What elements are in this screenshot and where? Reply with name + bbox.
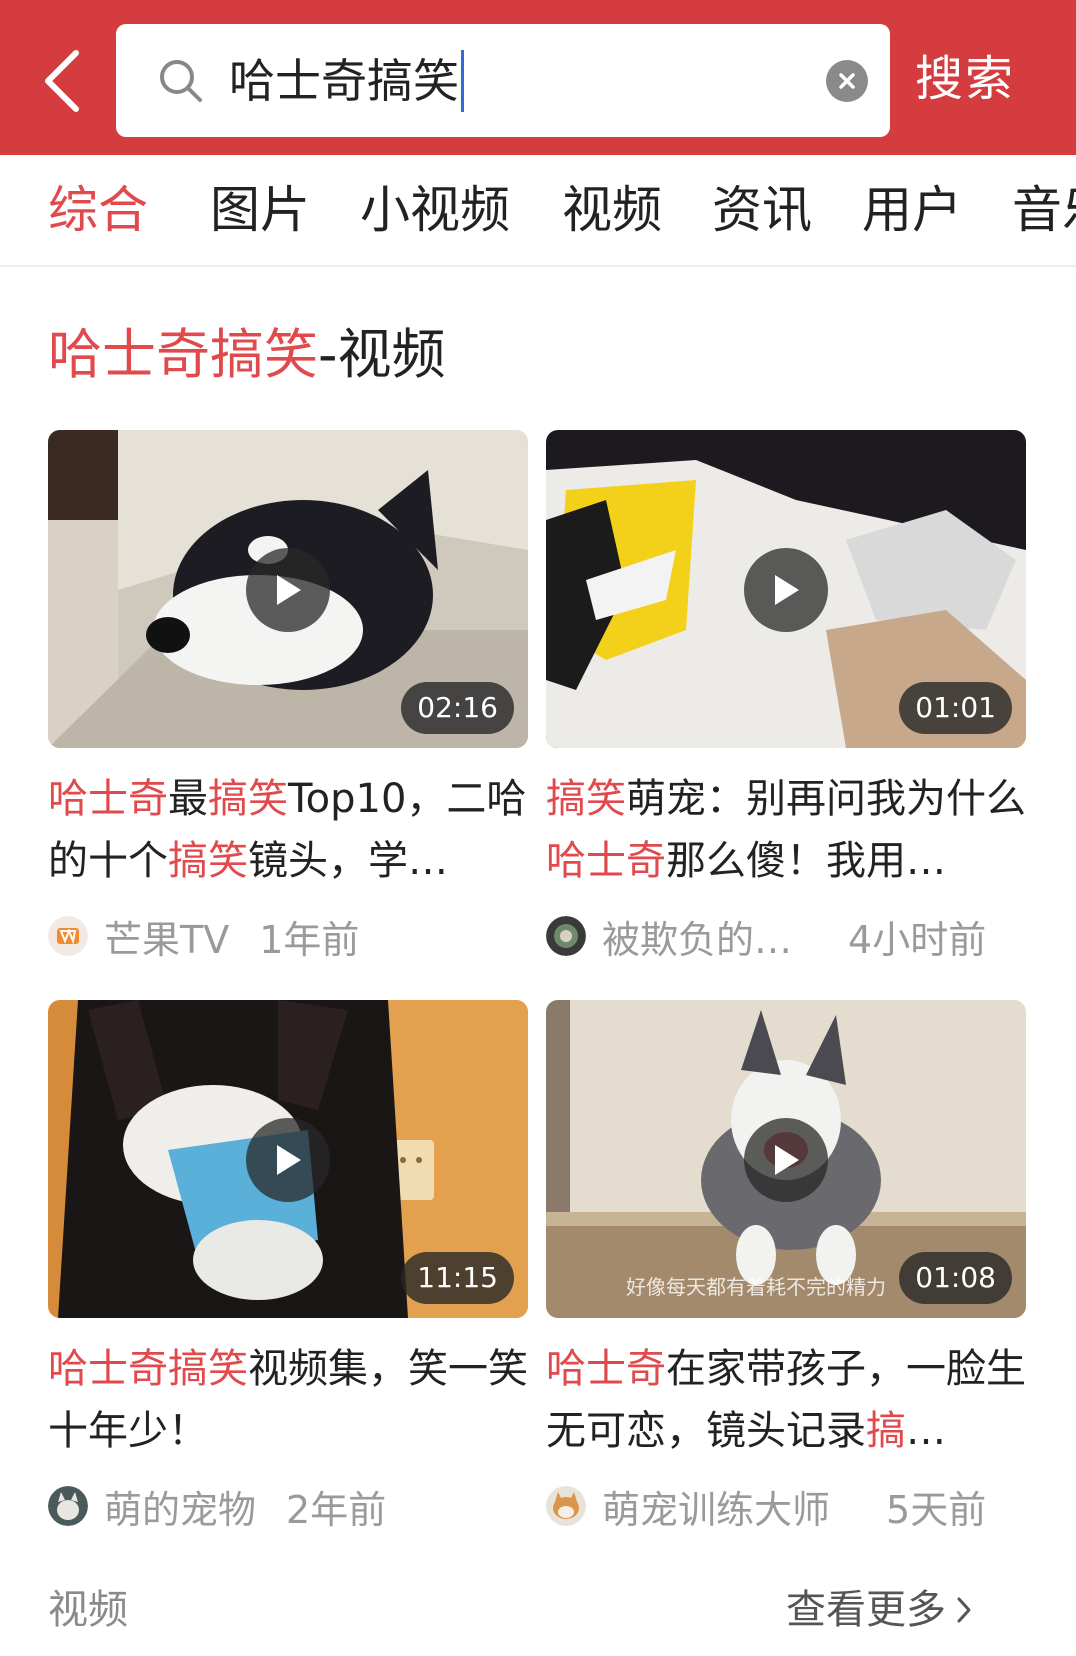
view-more-label: 查看更多 <box>786 1587 946 1633</box>
chevron-right-icon <box>957 1597 971 1623</box>
title-keyword: 哈士奇 <box>546 838 666 884</box>
avatar[interactable] <box>546 1486 586 1526</box>
cat-avatar-icon <box>48 1486 88 1526</box>
video-title[interactable]: 搞笑萌宠：别再问我为什么哈士奇那么傻！我用… <box>546 768 1026 892</box>
tab-images[interactable]: 图片 <box>210 175 310 245</box>
publish-time: 5天前 <box>886 1487 987 1532</box>
search-results-page: 哈士奇搞笑 搜索 综合 图片 小视频 视频 资讯 用户 音乐 哈士奇搞笑-视频 <box>0 0 1076 1656</box>
tab-comprehensive[interactable]: 综合 <box>48 175 148 245</box>
play-icon <box>775 575 799 605</box>
author-name[interactable]: 芒果TV <box>104 909 229 964</box>
section-title: 哈士奇搞笑-视频 <box>48 315 446 395</box>
title-keyword: 哈士奇 <box>546 1346 666 1392</box>
video-duration: 11:15 <box>401 1252 514 1304</box>
user-avatar-icon <box>546 916 586 956</box>
title-text: 萌宠：别再问我为什么 <box>626 776 1026 822</box>
video-thumbnail[interactable]: 01:01 <box>546 430 1026 748</box>
tab-videos[interactable]: 视频 <box>562 175 662 245</box>
title-keyword: 搞笑 <box>546 776 626 822</box>
video-title[interactable]: 哈士奇搞笑视频集，笑一笑十年少！ <box>48 1338 528 1462</box>
video-duration: 02:16 <box>401 682 514 734</box>
author-name[interactable]: 萌的宠物 <box>104 1479 256 1534</box>
back-button[interactable] <box>22 36 102 126</box>
search-button[interactable]: 搜索 <box>915 44 1015 114</box>
avatar[interactable] <box>48 1486 88 1526</box>
title-text: … <box>906 1408 946 1454</box>
play-icon <box>277 1145 301 1175</box>
video-title[interactable]: 哈士奇最搞笑Top10，二哈的十个搞笑镜头，学… <box>48 768 528 892</box>
tab-news[interactable]: 资讯 <box>712 175 812 245</box>
section-title-suffix: -视频 <box>318 323 446 386</box>
text-caret <box>461 50 464 112</box>
author-name[interactable]: 萌宠训练大师 <box>602 1479 830 1534</box>
search-header: 哈士奇搞笑 搜索 <box>0 0 1076 155</box>
title-keyword: 搞 <box>866 1408 906 1454</box>
publish-time: 4小时前 <box>848 917 987 962</box>
video-subtitle-overlay: 好像每天都有着耗不完的精力 <box>626 1275 886 1299</box>
play-button[interactable] <box>246 1118 330 1202</box>
tab-music[interactable]: 音乐 <box>1012 175 1076 245</box>
video-meta: 萌宠训练大师 5天前 <box>546 1476 1026 1536</box>
shiba-avatar-icon <box>546 1486 586 1526</box>
video-card[interactable]: 01:01 搞笑萌宠：别再问我为什么哈士奇那么傻！我用… 被欺负的… 4小时前 <box>546 430 1026 966</box>
title-keyword: 哈士奇 <box>48 776 168 822</box>
video-meta: 萌的宠物 2年前 <box>48 1476 528 1536</box>
avatar[interactable] <box>48 916 88 956</box>
play-icon <box>775 1145 799 1175</box>
section-title-keyword: 哈士奇搞笑 <box>48 323 318 386</box>
mango-tv-logo-icon <box>48 916 88 956</box>
tab-short-videos[interactable]: 小视频 <box>360 175 510 245</box>
video-meta: 被欺负的… 4小时前 <box>546 906 1026 966</box>
play-button[interactable] <box>246 548 330 632</box>
view-more-link[interactable]: 查看更多 <box>786 1580 972 1640</box>
video-thumbnail[interactable]: 02:16 <box>48 430 528 748</box>
video-title[interactable]: 哈士奇在家带孩子，一脸生无可恋，镜头记录搞… <box>546 1338 1026 1462</box>
video-thumbnail[interactable]: 11:15 <box>48 1000 528 1318</box>
search-input[interactable]: 哈士奇搞笑 <box>116 24 890 137</box>
search-icon <box>160 60 202 102</box>
tab-users[interactable]: 用户 <box>862 175 962 245</box>
publish-time: 1年前 <box>259 917 360 962</box>
play-button[interactable] <box>744 548 828 632</box>
clear-button[interactable] <box>826 60 868 102</box>
video-duration: 01:01 <box>899 682 1012 734</box>
close-icon <box>839 73 855 89</box>
title-keyword: 搞笑 <box>208 776 288 822</box>
section-footer-label: 视频 <box>48 1587 128 1633</box>
video-card[interactable]: 11:15 哈士奇搞笑视频集，笑一笑十年少！ 萌的宠物 2年前 <box>48 1000 528 1536</box>
author-name[interactable]: 被欺负的… <box>602 909 792 964</box>
publish-time: 2年前 <box>286 1487 387 1532</box>
title-text: 最 <box>168 776 208 822</box>
video-card[interactable]: 好像每天都有着耗不完的精力 01:08 哈士奇在家带孩子，一脸生无可恋，镜头记录… <box>546 1000 1026 1536</box>
video-thumbnail[interactable]: 好像每天都有着耗不完的精力 01:08 <box>546 1000 1026 1318</box>
avatar[interactable] <box>546 916 586 956</box>
title-text: 那么傻！我用… <box>666 838 946 884</box>
play-button[interactable] <box>744 1118 828 1202</box>
chevron-left-icon <box>45 50 79 112</box>
search-query-text: 哈士奇搞笑 <box>229 54 459 108</box>
video-duration: 01:08 <box>899 1252 1012 1304</box>
play-icon <box>277 575 301 605</box>
category-tabs: 综合 图片 小视频 视频 资讯 用户 音乐 <box>0 155 1076 267</box>
title-keyword: 搞笑 <box>168 838 248 884</box>
title-keyword: 哈士奇搞笑 <box>48 1346 248 1392</box>
video-card[interactable]: 02:16 哈士奇最搞笑Top10，二哈的十个搞笑镜头，学… 芒果TV 1年前 <box>48 430 528 966</box>
search-query: 哈士奇搞笑 <box>229 46 464 116</box>
video-meta: 芒果TV 1年前 <box>48 906 528 966</box>
title-text: 镜头，学… <box>248 838 448 884</box>
